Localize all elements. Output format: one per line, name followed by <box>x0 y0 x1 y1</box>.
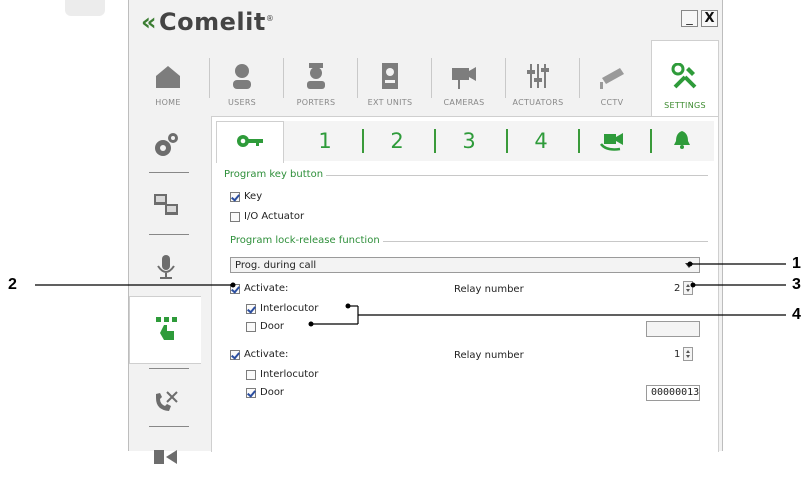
porter-icon <box>307 63 325 89</box>
keypad-touch-icon <box>156 317 177 340</box>
door-row-2[interactable]: Door <box>246 387 284 398</box>
content-panel: 1 2 3 4 Program key button Key I/O Actua… <box>211 116 719 452</box>
door-checkbox-2[interactable] <box>246 387 256 398</box>
spinner-arrows-icon[interactable] <box>683 347 694 361</box>
door-label-2: Door <box>260 387 285 398</box>
nav-home[interactable]: HOME <box>137 42 199 114</box>
activate-checkbox-1[interactable] <box>230 283 240 294</box>
nav-porters[interactable]: PORTERS <box>285 42 347 114</box>
nav-cctv[interactable]: CCTV <box>581 42 643 114</box>
interlocutor-label-1: Interlocutor <box>260 303 319 314</box>
callout-4: 4 <box>792 306 801 323</box>
side-item-phone-tools[interactable] <box>129 372 199 432</box>
nav-users[interactable]: USERS <box>211 42 273 114</box>
activate-label-2: Activate: <box>244 349 289 360</box>
relay-value-2: 1 <box>674 348 681 360</box>
io-checkbox-row[interactable]: I/O Actuator <box>230 211 304 222</box>
cctv-icon <box>600 68 624 89</box>
settings-icon <box>671 63 697 89</box>
relay-label-2: Relay number <box>454 350 524 361</box>
sub-tabs: 1 2 3 4 <box>216 121 714 163</box>
actuator-icon <box>527 64 549 88</box>
interlocutor-checkbox-1[interactable] <box>246 303 256 314</box>
gears-icon <box>155 133 178 156</box>
ext-unit-icon <box>382 63 398 89</box>
minimize-button[interactable]: _ <box>681 10 698 27</box>
bell-icon <box>674 131 690 149</box>
microphone-icon <box>157 255 175 279</box>
io-actuator-label: I/O Actuator <box>244 211 305 222</box>
activate-checkbox-2[interactable] <box>230 349 240 360</box>
key-checkbox[interactable] <box>230 191 240 202</box>
callout-1: 1 <box>792 255 801 272</box>
key-label: Key <box>244 191 263 202</box>
relay-value-1: 2 <box>674 282 681 294</box>
tab-3[interactable]: 3 <box>436 121 502 161</box>
relay-label-1: Relay number <box>454 284 524 295</box>
key-icon <box>237 135 263 147</box>
close-button[interactable]: X <box>701 10 718 27</box>
side-item-audio[interactable] <box>129 238 199 298</box>
app-window: «Comelit® _ X HOME USERS PORTERS EXT UNI… <box>128 0 723 464</box>
tab-4[interactable]: 4 <box>508 121 574 161</box>
relay-spinner-2[interactable]: 1 <box>674 347 694 361</box>
callout-3: 3 <box>792 276 801 293</box>
activate-label-1: Activate: <box>244 283 289 294</box>
door-checkbox-1[interactable] <box>246 321 256 332</box>
side-item-sequence[interactable] <box>129 428 199 488</box>
door-row-1[interactable]: Door <box>246 321 284 332</box>
side-item-settings[interactable] <box>129 116 199 176</box>
sequence-icon <box>154 450 177 464</box>
nav-ext-units[interactable]: EXT UNITS <box>359 42 421 114</box>
tab-2[interactable]: 2 <box>364 121 430 161</box>
spinner-arrows-icon[interactable] <box>683 281 694 295</box>
nav-settings[interactable]: SETTINGS <box>651 40 719 119</box>
comelit-logo: «Comelit® <box>141 8 275 36</box>
chevron-down-icon <box>685 263 693 268</box>
door-code-input-2[interactable]: 00000013 <box>646 385 700 401</box>
tab-bell[interactable] <box>652 121 712 161</box>
top-navigation: HOME USERS PORTERS EXT UNITS CAMERAS ACT… <box>137 40 719 119</box>
section-title-key-button: Program key button <box>224 169 327 180</box>
relay-spinner-1[interactable]: 2 <box>674 281 694 295</box>
tab-1[interactable]: 1 <box>292 121 358 161</box>
phone-tools-icon <box>156 391 178 411</box>
tab-video-rotate[interactable] <box>580 121 646 161</box>
side-item-monitors[interactable] <box>129 176 199 236</box>
callout-2: 2 <box>8 276 17 293</box>
camera-icon <box>452 67 476 89</box>
interlocutor-label-2: Interlocutor <box>260 369 319 380</box>
activate-row-2[interactable]: Activate: <box>230 349 288 360</box>
door-code-input-1[interactable] <box>646 321 700 337</box>
io-actuator-checkbox[interactable] <box>230 211 240 222</box>
nav-cameras[interactable]: CAMERAS <box>433 42 495 114</box>
lock-release-dropdown[interactable]: Prog. during call <box>230 257 700 273</box>
corner-fragment <box>65 0 105 16</box>
settings-form: Program key button Key I/O Actuator Prog… <box>216 165 712 445</box>
side-navigation <box>129 116 201 464</box>
tab-key[interactable] <box>216 121 284 163</box>
section-title-lock-release: Program lock-release function <box>230 235 383 246</box>
dropdown-value: Prog. during call <box>235 260 317 271</box>
monitors-icon <box>154 194 178 215</box>
key-checkbox-row[interactable]: Key <box>230 191 262 202</box>
door-label-1: Door <box>260 321 285 332</box>
home-icon <box>156 66 180 88</box>
interlocutor-checkbox-2[interactable] <box>246 369 256 380</box>
activate-row-1[interactable]: Activate: <box>230 283 288 294</box>
video-rotate-icon <box>599 133 623 151</box>
user-icon <box>233 64 251 89</box>
nav-actuators[interactable]: ACTUATORS <box>507 42 569 114</box>
interlocutor-row-2[interactable]: Interlocutor <box>246 369 318 380</box>
side-item-keypad[interactable] <box>129 296 201 364</box>
interlocutor-row-1[interactable]: Interlocutor <box>246 303 318 314</box>
